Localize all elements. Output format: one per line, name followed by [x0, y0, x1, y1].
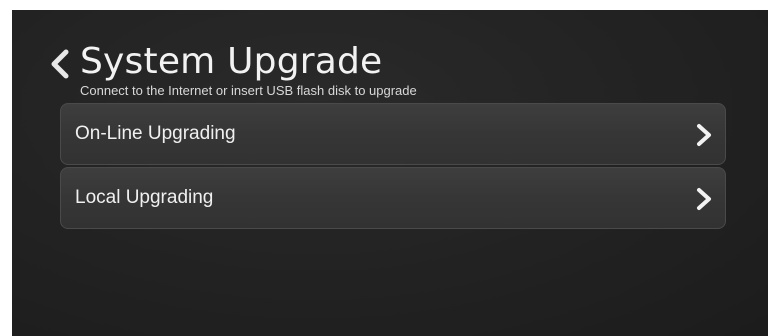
menu-item-label: On-Line Upgrading: [75, 123, 236, 144]
chevron-right-icon: [695, 187, 713, 211]
page-title: System Upgrade: [80, 41, 383, 82]
system-upgrade-screen: System Upgrade Connect to the Internet o…: [12, 10, 768, 336]
local-upgrading-item[interactable]: Local Upgrading: [60, 167, 726, 229]
page-subtitle: Connect to the Internet or insert USB fl…: [80, 83, 417, 98]
online-upgrading-item[interactable]: On-Line Upgrading: [60, 103, 726, 165]
chevron-right-icon: [695, 123, 713, 147]
header: System Upgrade Connect to the Internet o…: [48, 40, 748, 102]
upgrade-options-list: On-Line Upgrading Local Upgrading: [60, 103, 726, 231]
back-chevron-icon[interactable]: [48, 48, 72, 80]
menu-item-label: Local Upgrading: [75, 187, 214, 208]
